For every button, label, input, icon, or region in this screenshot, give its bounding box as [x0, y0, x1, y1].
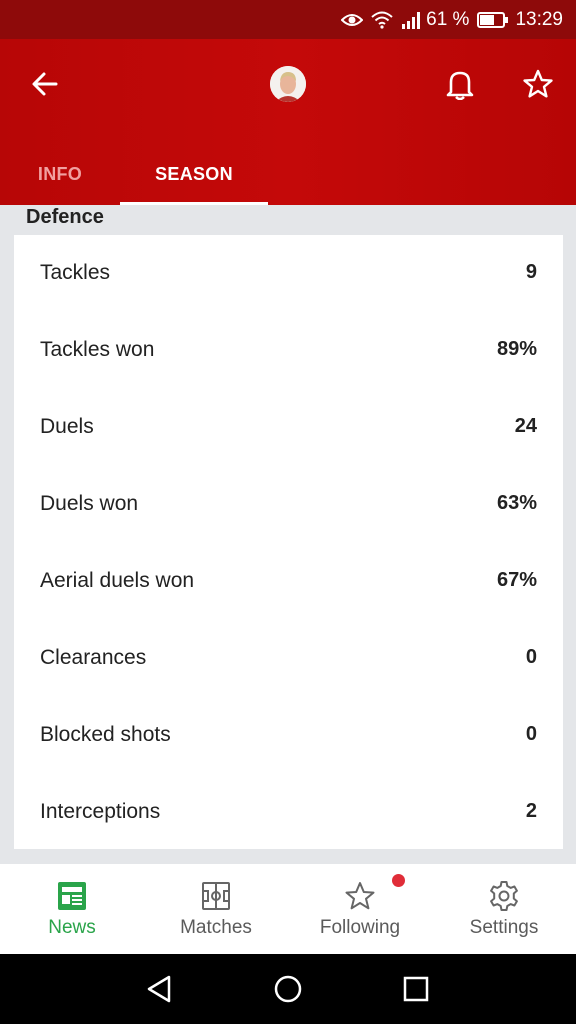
bell-icon — [446, 71, 474, 100]
wifi-icon — [371, 11, 393, 29]
tab-bar: INFO SEASON — [0, 143, 576, 205]
stat-row: Duels won 63% — [14, 466, 563, 543]
stat-label: Aerial duels won — [40, 569, 195, 592]
stat-row: Clearances 0 — [14, 620, 563, 697]
stat-row: Duels 24 — [14, 389, 563, 466]
stat-label: Interceptions — [40, 800, 161, 823]
star-outline-icon — [345, 882, 375, 910]
battery-icon — [477, 11, 509, 28]
clock: 13:29 — [515, 8, 563, 30]
system-recents-button[interactable] — [399, 972, 433, 1006]
notifications-button[interactable] — [439, 63, 481, 105]
pitch-icon — [202, 882, 230, 910]
stat-value: 9 — [525, 261, 537, 283]
tab-season[interactable]: SEASON — [120, 143, 268, 205]
nav-label: News — [48, 917, 96, 938]
stat-label: Duels won — [40, 492, 139, 515]
nav-label: Following — [319, 917, 401, 938]
tab-info[interactable]: INFO — [0, 143, 120, 205]
player-avatar — [270, 66, 306, 102]
stat-value: 24 — [514, 415, 537, 437]
stat-value: 2 — [525, 800, 537, 822]
stat-value: 63% — [496, 492, 537, 514]
nav-label: Settings — [469, 917, 539, 938]
circle-home-icon — [274, 975, 302, 1003]
news-icon — [58, 882, 86, 910]
stat-value: 0 — [525, 646, 537, 668]
system-home-button[interactable] — [271, 972, 305, 1006]
stat-value: 0 — [525, 723, 537, 745]
status-bar: 61 % 13:29 — [0, 0, 576, 39]
system-nav-bar — [0, 954, 576, 1024]
stat-label: Clearances — [40, 646, 147, 669]
nav-label: Matches — [180, 917, 252, 938]
app-header: INFO SEASON — [0, 39, 576, 205]
stat-row: Blocked shots 0 — [14, 697, 563, 774]
stat-label: Tackles won — [40, 338, 155, 361]
nav-news[interactable]: News — [0, 864, 144, 954]
stat-label: Tackles — [40, 261, 111, 284]
stat-row: Tackles won 89% — [14, 312, 563, 389]
back-button[interactable] — [24, 63, 66, 105]
bottom-nav: News Matches Following Settings — [0, 864, 576, 954]
stat-row: Interceptions 2 — [14, 774, 563, 851]
square-recents-icon — [403, 976, 429, 1002]
tab-indicator — [120, 202, 268, 205]
nav-following[interactable]: Following — [288, 864, 432, 954]
stat-row: Tackles 9 — [14, 235, 563, 312]
nav-matches[interactable]: Matches — [144, 864, 288, 954]
stat-row: Aerial duels won 67% — [14, 543, 563, 620]
star-icon — [523, 69, 553, 98]
system-back-button[interactable] — [142, 972, 176, 1006]
signal-icon — [401, 11, 423, 29]
notification-badge — [392, 874, 405, 887]
stat-label: Blocked shots — [40, 723, 171, 746]
favorite-button[interactable] — [517, 63, 559, 105]
stat-label: Duels — [40, 415, 94, 438]
triangle-back-icon — [147, 975, 171, 1003]
stat-value: 67% — [496, 569, 537, 591]
stat-value: 89% — [496, 338, 537, 360]
section-title: Defence — [26, 206, 104, 228]
eye-icon — [341, 12, 364, 28]
back-arrow-icon — [32, 72, 58, 96]
battery-percent: 61 % — [426, 8, 470, 30]
stats-card: Tackles 9 Tackles won 89% Duels 24 Duels… — [14, 235, 563, 849]
nav-settings[interactable]: Settings — [432, 864, 576, 954]
gear-icon — [490, 881, 518, 911]
